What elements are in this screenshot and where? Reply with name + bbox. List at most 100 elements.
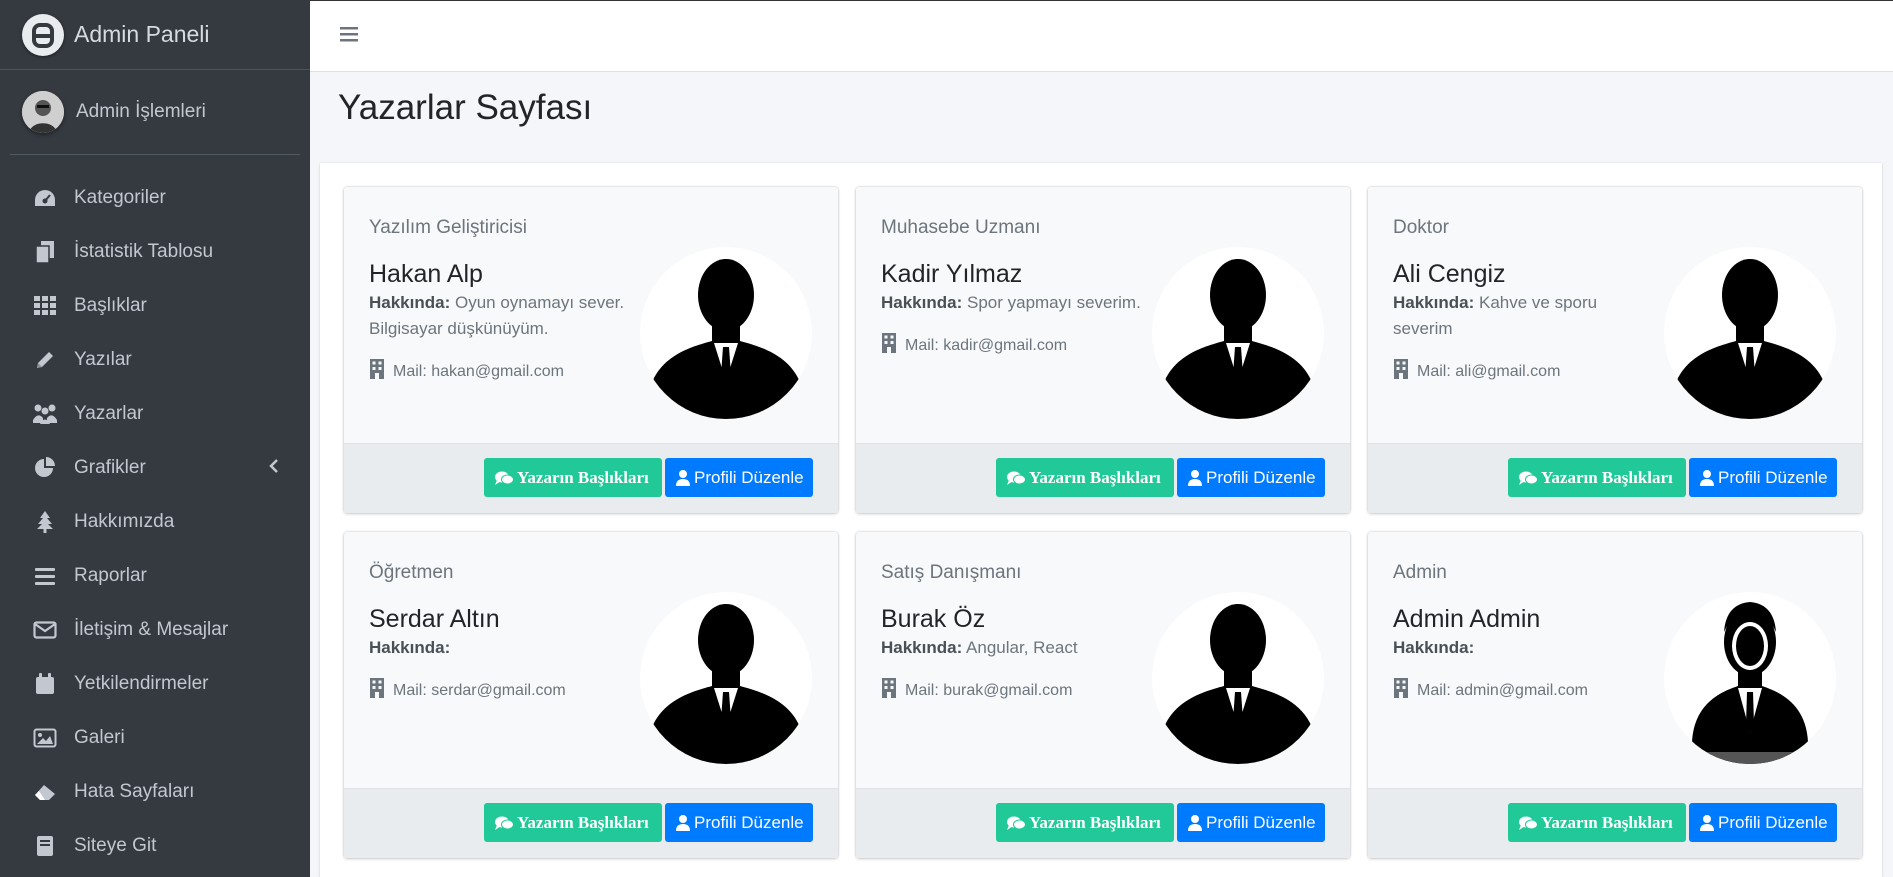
mail-prefix: Mail:	[905, 336, 944, 354]
calendar-icon	[32, 671, 58, 697]
author-about: Hakkında:	[369, 635, 639, 661]
author-about: Hakkında: Angular, React	[881, 635, 1151, 661]
user-icon	[676, 814, 690, 831]
sidebar-item-basliklar[interactable]: Başlıklar	[0, 279, 310, 333]
sidebar-item-label: Hata Sayfaları	[74, 781, 195, 802]
sidebar: Admin Paneli Admin İşlemleri Kategoriler…	[0, 0, 310, 877]
edit-profile-button[interactable]: Profili Düzenle	[1177, 458, 1325, 497]
author-card: Muhasebe Uzmanı Kadir Yılmaz Hakkında: S…	[856, 187, 1350, 513]
sidebar-item-label: Siteye Git	[74, 835, 157, 856]
author-titles-button[interactable]: Yazarın Başlıkları	[1508, 458, 1686, 497]
top-navbar	[310, 0, 1893, 72]
author-titles-label: Yazarın Başlıkları	[1541, 812, 1673, 832]
sidebar-item-label: Yazarlar	[74, 403, 144, 424]
building-icon	[369, 359, 385, 384]
author-titles-button[interactable]: Yazarın Başlıkları	[484, 803, 662, 842]
author-name: Kadir Yılmaz	[881, 260, 1023, 288]
mail-address: hakan@gmail.com	[431, 362, 564, 380]
author-role: Satış Danışmanı	[881, 562, 1022, 583]
sidebar-item-istatistik[interactable]: İstatistik Tablosu	[0, 225, 310, 279]
user-name: Admin İşlemleri	[76, 101, 206, 122]
sidebar-item-grafikler[interactable]: Grafikler	[0, 441, 310, 495]
about-text: Angular, React	[966, 638, 1078, 657]
user-panel[interactable]: Admin İşlemleri	[10, 70, 300, 155]
about-label: Hakkında:	[881, 293, 963, 312]
sidebar-item-label: Hakkımızda	[74, 511, 175, 532]
sidebar-item-yetkilendirmeler[interactable]: Yetkilendirmeler	[0, 657, 310, 711]
sidebar-item-hata[interactable]: Hata Sayfaları	[0, 765, 310, 819]
comments-icon	[1007, 471, 1026, 485]
mail-prefix: Mail:	[393, 362, 432, 380]
sidebar-nav: Kategoriler İstatistik Tablosu Başlıklar…	[0, 155, 310, 873]
brand-logo-icon	[22, 13, 64, 56]
image-icon	[32, 725, 58, 751]
sidebar-item-label: Yazılar	[74, 349, 132, 370]
bars-icon	[32, 563, 58, 589]
about-label: Hakkında:	[1393, 638, 1475, 657]
building-icon	[1393, 678, 1409, 703]
edit-profile-label: Profili Düzenle	[1718, 467, 1828, 487]
sidebar-item-raporlar[interactable]: Raporlar	[0, 549, 310, 603]
mail-prefix: Mail:	[905, 681, 944, 699]
envelope-icon	[32, 617, 58, 643]
author-titles-button[interactable]: Yazarın Başlıkları	[484, 458, 662, 497]
author-titles-button[interactable]: Yazarın Başlıkları	[996, 458, 1174, 497]
author-mail: Mail: admin@gmail.com	[1393, 678, 1588, 703]
sidebar-item-galeri[interactable]: Galeri	[0, 711, 310, 765]
mail-address: ali@gmail.com	[1455, 362, 1561, 380]
user-icon	[1700, 469, 1714, 486]
author-role: Yazılım Geliştiricisi	[369, 217, 527, 238]
pie-chart-icon	[32, 455, 58, 481]
sidebar-item-label: Kategoriler	[74, 187, 166, 208]
author-role: Öğretmen	[369, 562, 454, 583]
sidebar-item-yazilar[interactable]: Yazılar	[0, 333, 310, 387]
card-footer: Yazarın Başlıkları Profili Düzenle	[856, 443, 1350, 513]
sidebar-item-iletisim[interactable]: İletişim & Mesajlar	[0, 603, 310, 657]
menu-toggle-icon[interactable]	[340, 25, 360, 48]
edit-profile-button[interactable]: Profili Düzenle	[1689, 803, 1837, 842]
book-icon	[32, 833, 58, 859]
avatar	[640, 592, 812, 764]
card-footer: Yazarın Başlıkları Profili Düzenle	[1368, 443, 1862, 513]
edit-profile-button[interactable]: Profili Düzenle	[665, 803, 813, 842]
author-titles-label: Yazarın Başlıkları	[517, 812, 649, 832]
avatar	[640, 247, 812, 419]
author-mail: Mail: ali@gmail.com	[1393, 359, 1560, 384]
brand-link[interactable]: Admin Paneli	[0, 0, 310, 70]
edit-profile-button[interactable]: Profili Düzenle	[1177, 803, 1325, 842]
author-titles-label: Yazarın Başlıkları	[517, 467, 649, 487]
sidebar-item-label: Yetkilendirmeler	[74, 673, 209, 694]
author-titles-button[interactable]: Yazarın Başlıkları	[1508, 803, 1686, 842]
sidebar-item-yazarlar[interactable]: Yazarlar	[0, 387, 310, 441]
author-card: Satış Danışmanı Burak Öz Hakkında: Angul…	[856, 532, 1350, 858]
author-card: Öğretmen Serdar Altın Hakkında: Mail: se…	[344, 532, 838, 858]
author-about: Hakkında: Oyun oynamayı sever. Bilgisaya…	[369, 290, 639, 342]
building-icon	[1393, 359, 1409, 384]
sidebar-item-hakkimizda[interactable]: Hakkımızda	[0, 495, 310, 549]
author-titles-button[interactable]: Yazarın Başlıkları	[996, 803, 1174, 842]
page-title: Yazarlar Sayfası	[338, 88, 593, 127]
author-card: Doktor Ali Cengiz Hakkında: Kahve ve spo…	[1368, 187, 1862, 513]
user-icon	[1700, 814, 1714, 831]
author-name: Admin Admin	[1393, 605, 1541, 633]
sidebar-item-kategoriler[interactable]: Kategoriler	[0, 171, 310, 225]
author-about: Hakkında:	[1393, 635, 1663, 661]
card-footer: Yazarın Başlıkları Profili Düzenle	[856, 788, 1350, 858]
grid-icon	[32, 293, 58, 319]
edit-profile-button[interactable]: Profili Düzenle	[665, 458, 813, 497]
avatar	[1664, 247, 1836, 419]
comments-icon	[495, 816, 514, 830]
card-footer: Yazarın Başlıkları Profili Düzenle	[344, 788, 838, 858]
mail-address: serdar@gmail.com	[431, 681, 566, 699]
chevron-left-icon[interactable]	[268, 458, 280, 480]
user-icon	[676, 469, 690, 486]
sidebar-item-siteye-git[interactable]: Siteye Git	[0, 819, 310, 873]
edit-profile-label: Profili Düzenle	[1718, 812, 1828, 832]
mail-prefix: Mail:	[393, 681, 432, 699]
edit-profile-button[interactable]: Profili Düzenle	[1689, 458, 1837, 497]
card-footer: Yazarın Başlıkları Profili Düzenle	[1368, 788, 1862, 858]
comments-icon	[1519, 816, 1538, 830]
author-mail: Mail: kadir@gmail.com	[881, 333, 1067, 358]
brand-title: Admin Paneli	[74, 21, 210, 47]
about-label: Hakkında:	[369, 638, 451, 657]
